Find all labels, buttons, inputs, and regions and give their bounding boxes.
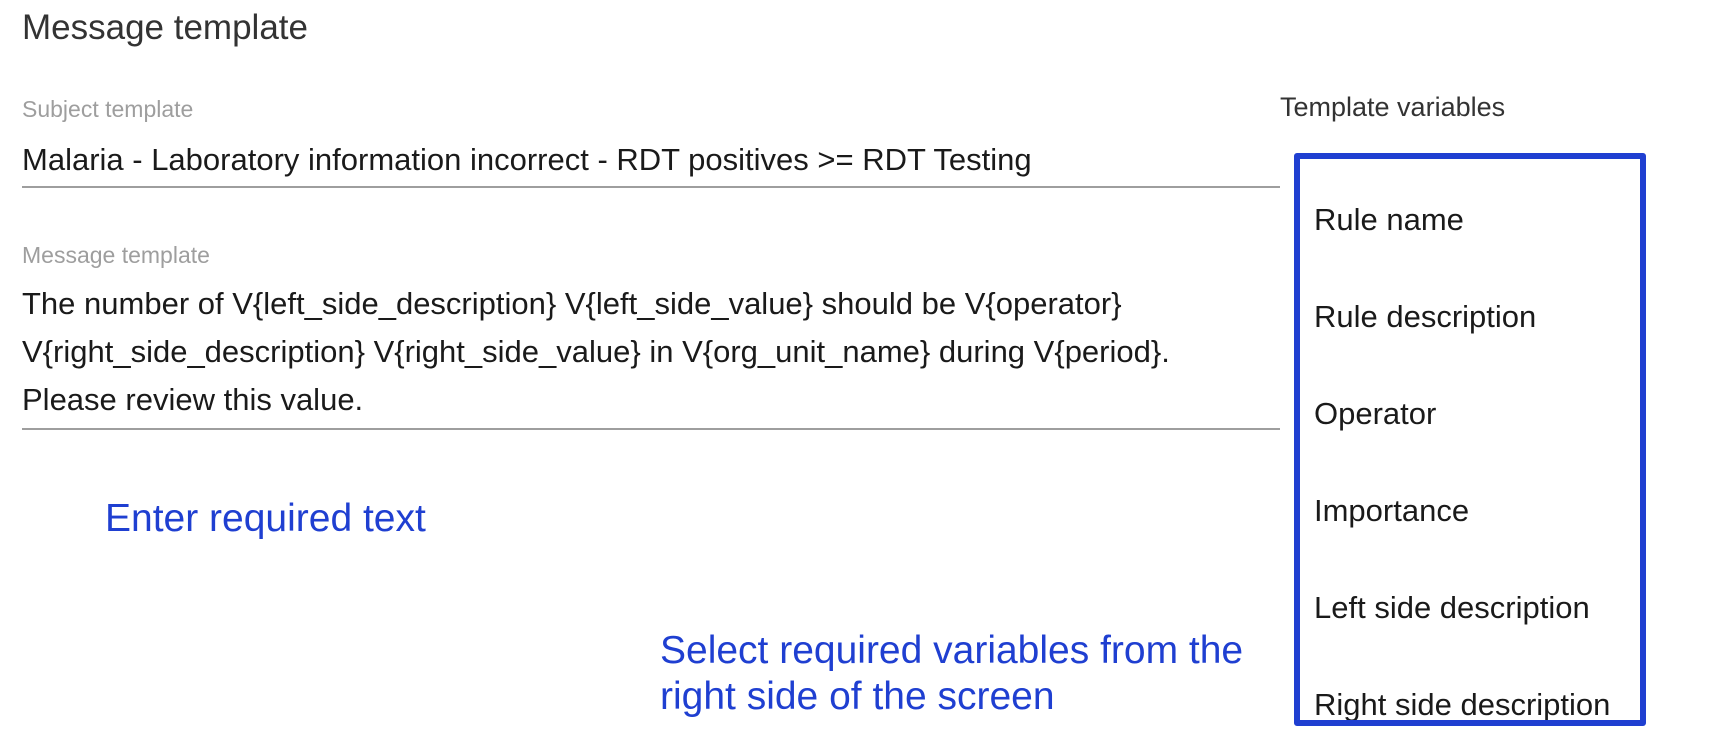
select-variables-annotation: Select required variables from the right… [660, 629, 1244, 718]
subject-template-label: Subject template [22, 96, 194, 122]
page-title: Message template [22, 8, 308, 47]
variable-rule-name[interactable]: Rule name [1314, 202, 1464, 238]
message-template-line: The number of V{left_side_description} V… [22, 286, 1122, 321]
message-template-input[interactable]: The number of V{left_side_description} V… [22, 280, 1280, 424]
variable-right-side-description[interactable]: Right side description [1314, 687, 1610, 720]
message-template-line: Please review this value. [22, 382, 364, 417]
subject-template-underline [22, 186, 1280, 188]
variable-importance[interactable]: Importance [1314, 493, 1469, 529]
variable-left-side-description[interactable]: Left side description [1314, 590, 1590, 626]
variable-operator[interactable]: Operator [1314, 396, 1436, 432]
message-template-line: V{right_side_description} V{right_side_v… [22, 334, 1170, 369]
template-variables-heading: Template variables [1280, 92, 1506, 122]
message-template-label: Message template [22, 242, 210, 268]
variable-rule-description[interactable]: Rule description [1314, 299, 1536, 335]
subject-template-input[interactable]: Malaria - Laboratory information incorre… [22, 142, 1032, 178]
enter-text-annotation: Enter required text [105, 497, 426, 540]
message-template-underline [22, 428, 1280, 430]
template-variables-list: Rule name Rule description Operator Impo… [1294, 153, 1646, 726]
